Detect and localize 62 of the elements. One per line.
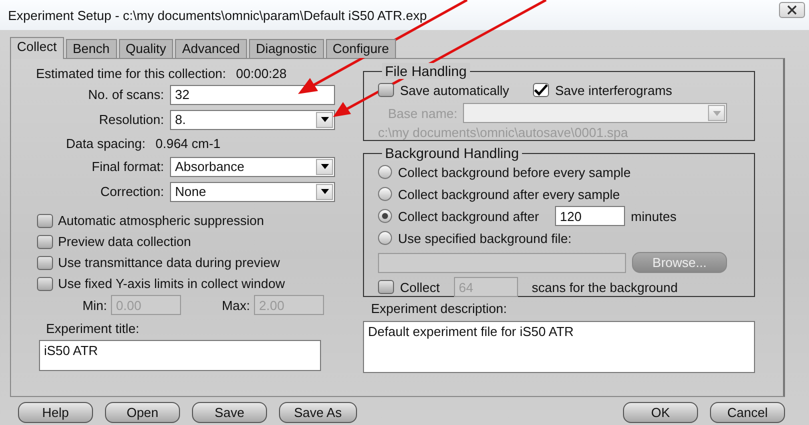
input-field[interactable]: 32: [170, 84, 335, 104]
dropdown-button[interactable]: [316, 184, 333, 200]
estimate-value: 00:00:28: [236, 66, 287, 80]
close-icon: [787, 5, 797, 15]
tab[interactable]: Quality: [118, 39, 174, 58]
checkbox-label[interactable]: Use fixed Y-axis limits in collect window: [58, 276, 285, 291]
title-field[interactable]: iS50 ATR: [39, 340, 321, 371]
dialog-button[interactable]: Cancel: [710, 402, 785, 422]
close-button[interactable]: [779, 2, 805, 18]
radio-label[interactable]: Collect background before every sample: [398, 164, 631, 180]
radio-label[interactable]: Collect background after every sample: [398, 186, 620, 202]
checkbox[interactable]: [37, 276, 53, 290]
dialog-button[interactable]: Save As: [279, 402, 357, 422]
field-label: scans for the background: [532, 280, 678, 294]
input-field[interactable]: 120: [554, 206, 625, 226]
caret-icon: [320, 164, 328, 169]
dropdown-button[interactable]: [316, 112, 333, 128]
checkbox-label[interactable]: Save interferograms: [555, 82, 672, 98]
tab[interactable]: Configure: [326, 39, 396, 58]
checkbox-label[interactable]: Automatic atmospheric suppression: [58, 213, 264, 228]
field-label: No. of scans:: [87, 87, 165, 102]
checkbox[interactable]: [37, 256, 53, 270]
checkbox-label[interactable]: Preview data collection: [58, 234, 191, 249]
dropdown-button[interactable]: [316, 158, 333, 174]
dialog-button[interactable]: Save: [192, 402, 267, 422]
caret-icon: [320, 189, 328, 194]
checkbox[interactable]: [533, 83, 550, 97]
tab[interactable]: Advanced: [175, 39, 247, 58]
checkbox-label[interactable]: Use transmittance data during preview: [58, 255, 280, 270]
dialog-button[interactable]: Help: [18, 402, 93, 422]
checkbox-label[interactable]: Save automatically: [400, 82, 510, 98]
group-title: File Handling: [382, 63, 470, 79]
field-label: Resolution:: [98, 112, 165, 127]
dropdown[interactable]: 8.: [170, 110, 335, 130]
radio-button[interactable]: [378, 187, 392, 201]
radio-button[interactable]: [378, 209, 392, 223]
checkbox[interactable]: [37, 214, 53, 228]
field-label: Experiment description:: [370, 301, 508, 317]
tab[interactable]: Bench: [66, 39, 117, 58]
caret-icon: [712, 110, 721, 116]
tab[interactable]: Diagnostic: [248, 39, 324, 58]
window-title: Experiment Setup - c:\my documents\omnic\param\Default iS50 ATR.exp: [8, 8, 427, 22]
field-value: 0.964 cm-1: [156, 136, 221, 150]
field-label: Max:: [220, 298, 250, 312]
field-label: Experiment title:: [45, 321, 140, 338]
dropdown[interactable]: Absorbance: [170, 156, 335, 176]
field-label: Correction:: [99, 184, 165, 199]
unit-label: minutes: [630, 208, 676, 224]
tab[interactable]: Collect: [10, 37, 64, 59]
caret-icon: [320, 117, 328, 122]
dropdown[interactable]: None: [170, 182, 335, 202]
radio-label[interactable]: Collect background after: [398, 208, 539, 224]
description-field[interactable]: Default experiment file for iS50 ATR: [363, 321, 755, 373]
field-label: Final format:: [90, 159, 165, 174]
checkbox[interactable]: [378, 83, 394, 97]
dialog-button[interactable]: Open: [105, 402, 180, 422]
estimate-label: Estimated time for this collection:: [36, 66, 226, 80]
dialog-button[interactable]: OK: [623, 402, 698, 422]
checkbox[interactable]: [37, 234, 53, 248]
radio-button[interactable]: [378, 165, 392, 179]
field-label: Min:: [81, 298, 107, 312]
field-label: Data spacing:: [66, 136, 146, 150]
